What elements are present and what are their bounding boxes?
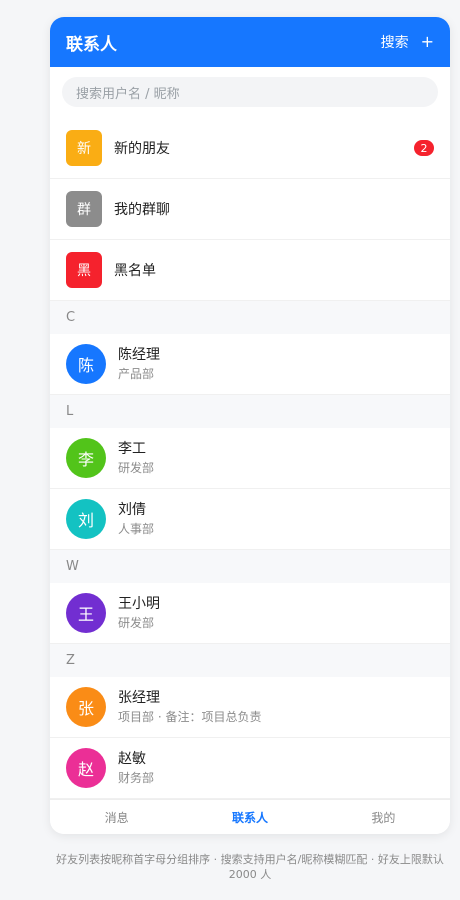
contact-department: 项目部 · 备注：项目总负责	[118, 710, 262, 724]
contact-info: 刘倩 人事部	[118, 501, 154, 537]
contact-list[interactable]: C 陈 陈经理 产品部 L 李 李工 研发部 刘 刘倩 人事部 W 王 王小明 …	[50, 301, 450, 799]
contact-info: 张经理 项目部 · 备注：项目总负责	[118, 689, 261, 725]
avatar: 赵	[66, 748, 106, 788]
avatar: 王	[66, 593, 106, 633]
avatar: 张	[66, 687, 106, 727]
bottom-tab-bar: 消息 联系人 我的	[50, 799, 450, 834]
contact-name: 王小明	[118, 596, 160, 612]
search-bar: 搜索用户名 / 昵称	[50, 67, 450, 118]
group-chats-item[interactable]: 群 我的群聊	[50, 179, 450, 240]
avatar: 陈	[66, 344, 106, 384]
contact-info: 王小明 研发部	[118, 595, 160, 631]
unread-badge: 2	[414, 140, 434, 156]
blacklist-item[interactable]: 黑 黑名单	[50, 240, 450, 301]
search-input[interactable]: 搜索用户名 / 昵称	[62, 77, 438, 107]
footnote: 好友列表按昵称首字母分组排序 · 搜索支持用户名/昵称模糊匹配 · 好友上限默认…	[56, 853, 444, 881]
contact-name: 赵敏	[118, 751, 146, 767]
contact-department: 研发部	[118, 461, 155, 475]
contact-name: 李工	[118, 441, 146, 457]
contact-name: 陈经理	[118, 347, 160, 363]
contact-department: 人事部	[118, 522, 155, 536]
new-friends-item[interactable]: 新 新的朋友 2	[50, 118, 450, 179]
contact-item[interactable]: 张 张经理 项目部 · 备注：项目总负责	[50, 677, 450, 738]
avatar: 李	[66, 438, 106, 478]
contact-info: 陈经理 产品部	[118, 346, 160, 382]
contacts-screen: 联系人 搜索 + 搜索用户名 / 昵称 新 新的朋友 2 群 我的群聊 黑 黑名…	[50, 17, 450, 834]
tab-contacts[interactable]: 联系人	[183, 809, 316, 826]
blacklist-icon: 黑	[66, 252, 102, 288]
contact-department: 财务部	[118, 771, 155, 785]
section-header-c: C	[50, 301, 450, 334]
new-friends-label: 新的朋友	[114, 141, 170, 157]
section-header-z: Z	[50, 644, 450, 677]
contact-item[interactable]: 王 王小明 研发部	[50, 583, 450, 644]
contact-item[interactable]: 陈 陈经理 产品部	[50, 334, 450, 395]
contact-item[interactable]: 李 李工 研发部	[50, 428, 450, 489]
header-actions: 搜索 +	[381, 32, 434, 52]
avatar: 刘	[66, 499, 106, 539]
contact-info: 李工 研发部	[118, 440, 154, 476]
section-header-w: W	[50, 550, 450, 583]
contact-info: 赵敏 财务部	[118, 750, 154, 786]
contact-name: 刘倩	[118, 502, 146, 518]
contact-item[interactable]: 赵 赵敏 财务部	[50, 738, 450, 799]
group-chats-label: 我的群聊	[114, 202, 170, 218]
page-title: 联系人	[66, 34, 117, 55]
section-header-l: L	[50, 395, 450, 428]
new-friends-icon: 新	[66, 130, 102, 166]
group-chats-icon: 群	[66, 191, 102, 227]
add-icon[interactable]: +	[421, 34, 434, 50]
shortcut-list: 新 新的朋友 2 群 我的群聊 黑 黑名单	[50, 118, 450, 301]
tab-me[interactable]: 我的	[317, 809, 450, 826]
contact-name: 张经理	[118, 690, 160, 706]
header-bar: 联系人 搜索 +	[50, 17, 450, 67]
contact-item[interactable]: 刘 刘倩 人事部	[50, 489, 450, 550]
contact-department: 研发部	[118, 616, 155, 630]
contact-department: 产品部	[118, 367, 155, 381]
search-button[interactable]: 搜索	[381, 32, 409, 52]
tab-messages[interactable]: 消息	[50, 809, 183, 826]
blacklist-label: 黑名单	[114, 263, 156, 279]
